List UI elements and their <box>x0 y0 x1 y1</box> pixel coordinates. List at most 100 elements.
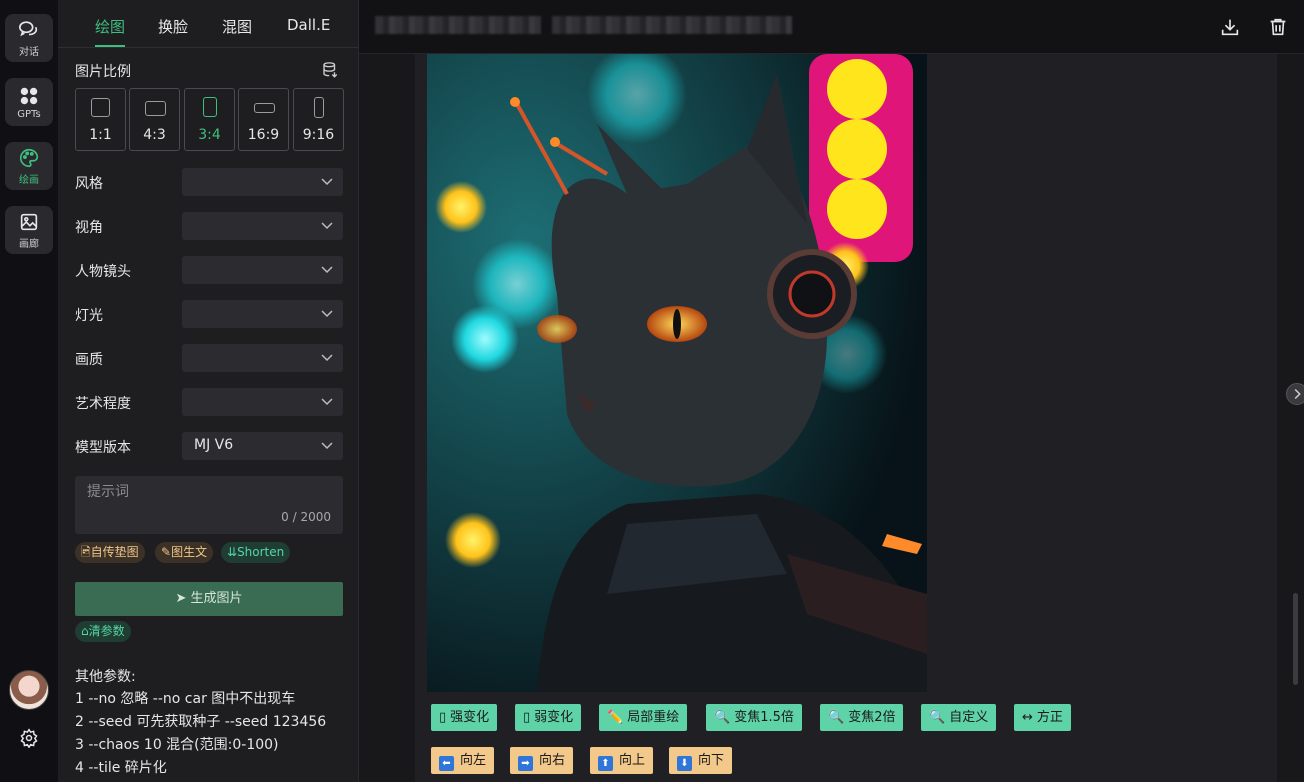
box-icon: ▯ <box>439 710 447 725</box>
style-select[interactable] <box>182 168 343 196</box>
action-label: 变焦1.5倍 <box>734 710 794 725</box>
zoom-2x-button[interactable]: 🔍 变焦2倍 <box>820 704 904 731</box>
ratio-option-9-16[interactable]: 9:16 <box>293 88 344 151</box>
chevron-down-icon <box>321 266 333 274</box>
grid-icon <box>20 87 38 104</box>
other-params-title: 其他参数: <box>75 669 136 685</box>
prompt-counter: 0 / 2000 <box>281 510 331 524</box>
arrow-left-icon: ⬅ <box>439 756 454 771</box>
model-version-select[interactable]: MJ V6 <box>182 432 343 460</box>
generated-image[interactable] <box>427 54 927 692</box>
ratio-option-label: 1:1 <box>89 127 112 143</box>
chevron-down-icon <box>321 222 333 230</box>
shot-label: 人物镜头 <box>75 264 131 280</box>
trash-icon[interactable] <box>1267 16 1289 38</box>
rail-item-label: 对话 <box>19 46 39 58</box>
action-label: 向上 <box>619 753 646 768</box>
action-label: 向左 <box>460 753 487 768</box>
download-icon[interactable] <box>1219 16 1241 38</box>
cyberpunk-cat-illustration <box>427 54 927 692</box>
gear-icon[interactable] <box>19 728 39 748</box>
generate-image-button[interactable]: ➤ 生成图片 <box>75 582 343 616</box>
magnifier-icon: 🔍 <box>929 710 946 725</box>
redacted-title <box>375 16 541 34</box>
expand-sidebar-button[interactable] <box>1286 383 1304 405</box>
ratio-label: 图片比例 <box>75 64 131 80</box>
rail-item-draw[interactable]: 绘画 <box>5 142 53 190</box>
pencil-icon: ✏️ <box>607 710 624 725</box>
shorten-chip[interactable]: ⇊Shorten <box>221 542 291 563</box>
image-file-icon: 🖻 <box>81 545 91 559</box>
tab-dalle[interactable]: Dall.E <box>287 16 330 34</box>
view-label: 视角 <box>75 220 103 236</box>
pan-left-button[interactable]: ⬅ 向左 <box>431 747 495 774</box>
rail-item-gallery[interactable]: 画廊 <box>5 206 53 254</box>
view-select[interactable] <box>182 212 343 240</box>
image-to-text-chip[interactable]: ✎图生文 <box>155 542 214 563</box>
redacted-subtitle <box>552 16 792 34</box>
make-square-button[interactable]: ↔ 方正 <box>1014 704 1071 731</box>
action-label: 方正 <box>1036 710 1063 725</box>
square-icon <box>91 98 110 117</box>
prompt-input[interactable] <box>87 484 327 500</box>
chip-label: 清参数 <box>88 624 125 638</box>
strong-variation-button[interactable]: ▯ 强变化 <box>431 704 498 731</box>
action-label: 局部重绘 <box>627 710 680 725</box>
pan-down-button[interactable]: ⬇ 向下 <box>669 747 733 774</box>
inpaint-button[interactable]: ✏️ 局部重绘 <box>599 704 688 731</box>
wide-rect-icon <box>254 103 275 113</box>
tab-draw[interactable]: 绘图 <box>95 16 125 37</box>
upload-ref-image-chip[interactable]: 🖻自传垫图 <box>75 542 145 563</box>
arrow-down-icon: ⬇ <box>677 756 692 771</box>
art-level-label: 艺术程度 <box>75 396 131 412</box>
prompt-box: 0 / 2000 <box>75 476 343 534</box>
magnifier-icon: 🔍 <box>828 710 845 725</box>
chevron-right-icon <box>1294 388 1301 400</box>
select-value: MJ V6 <box>194 437 234 453</box>
shot-select[interactable] <box>182 256 343 284</box>
action-label: 自定义 <box>949 710 989 725</box>
lighting-label: 灯光 <box>75 308 103 324</box>
generate-label: 生成图片 <box>190 591 243 606</box>
arrow-right-icon: ➡ <box>518 756 533 771</box>
ratio-option-3-4[interactable]: 3:4 <box>184 88 235 151</box>
rail-item-chat[interactable]: 对话 <box>5 14 53 62</box>
ratio-option-4-3[interactable]: 4:3 <box>129 88 180 151</box>
active-tab-underline <box>95 45 125 47</box>
weak-variation-button[interactable]: ▯ 弱变化 <box>515 704 582 731</box>
rail-item-label: 画廊 <box>19 238 39 250</box>
param-line: 4 --tile 碎片化 <box>75 760 167 776</box>
ratio-option-1-1[interactable]: 1:1 <box>75 88 126 151</box>
lighting-select[interactable] <box>182 300 343 328</box>
tab-faceswap[interactable]: 换脸 <box>158 16 188 37</box>
database-icon[interactable] <box>321 61 339 79</box>
tab-blend[interactable]: 混图 <box>222 16 252 37</box>
avatar[interactable] <box>9 670 49 710</box>
rail-item-gpts[interactable]: GPTs <box>5 78 53 126</box>
action-label: 向下 <box>698 753 725 768</box>
ratio-option-label: 4:3 <box>143 127 166 143</box>
clear-params-chip[interactable]: ⌂清参数 <box>75 621 131 642</box>
arrow-up-icon: ⬆ <box>598 756 613 771</box>
action-label: 弱变化 <box>534 710 574 725</box>
scrollbar[interactable] <box>1293 593 1298 685</box>
chevron-down-icon <box>321 442 333 450</box>
action-label: 强变化 <box>450 710 490 725</box>
custom-zoom-button[interactable]: 🔍 自定义 <box>921 704 997 731</box>
zoom-1-5x-button[interactable]: 🔍 变焦1.5倍 <box>706 704 802 731</box>
gallery-icon <box>20 213 38 230</box>
param-line: 1 --no 忽略 --no car 图中不出现车 <box>75 691 296 707</box>
chevron-down-icon <box>321 178 333 186</box>
chip-label: 图生文 <box>171 545 208 559</box>
action-label: 变焦2倍 <box>848 710 896 725</box>
art-level-select[interactable] <box>182 388 343 416</box>
ratio-option-label: 16:9 <box>247 127 280 143</box>
shorten-icon: ⇊ <box>227 545 238 559</box>
pan-right-button[interactable]: ➡ 向右 <box>510 747 574 774</box>
portrait-rect-icon <box>203 97 217 117</box>
ratio-option-16-9[interactable]: 16:9 <box>238 88 289 151</box>
quality-select[interactable] <box>182 344 343 372</box>
pan-up-button[interactable]: ⬆ 向上 <box>590 747 654 774</box>
magnifier-icon: 🔍 <box>714 710 731 725</box>
chevron-down-icon <box>321 398 333 406</box>
